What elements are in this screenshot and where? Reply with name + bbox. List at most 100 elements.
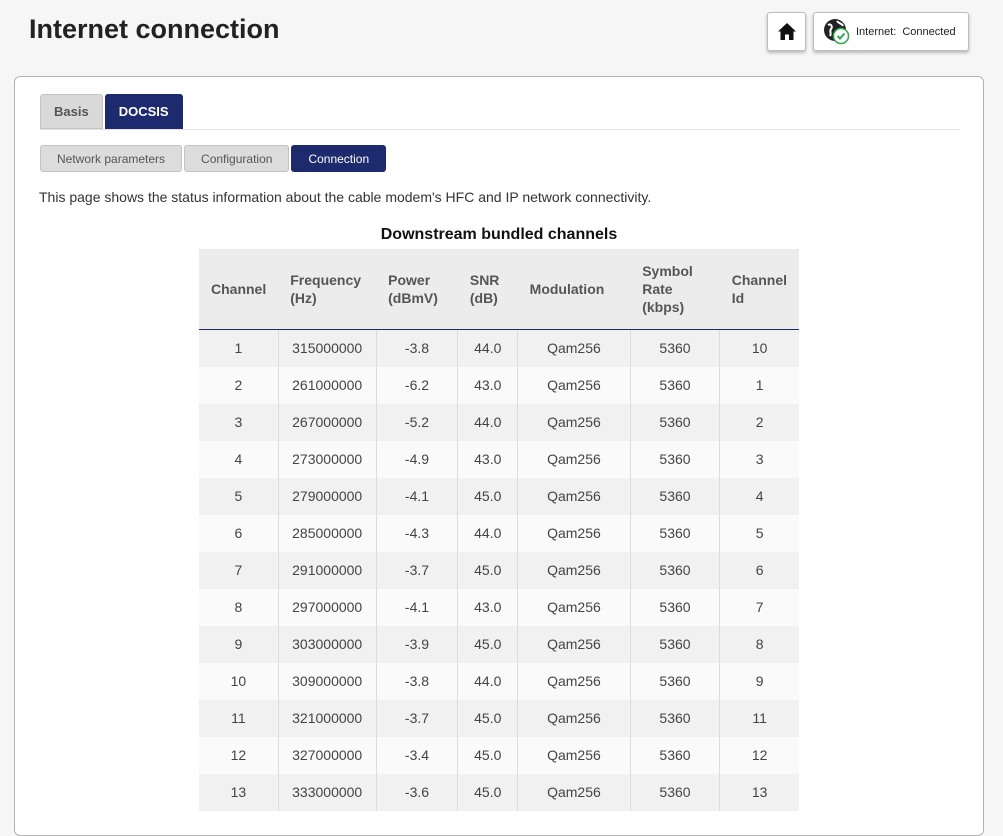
main-tabs: Basis DOCSIS	[40, 94, 185, 129]
cell-modulation: Qam256	[517, 403, 631, 441]
table-header-row: Channel Frequency (Hz) Power (dBmV) SNR …	[199, 249, 799, 330]
column-header-frequency: Frequency (Hz)	[278, 249, 377, 330]
tab-docsis[interactable]: DOCSIS	[104, 94, 183, 129]
cell-channel-id: 1	[719, 366, 799, 404]
tab-divider	[40, 129, 960, 130]
cell-snr: 44.0	[457, 662, 519, 700]
cell-frequency: 327000000	[278, 736, 377, 774]
cell-frequency: 291000000	[278, 551, 377, 589]
cell-snr: 43.0	[457, 440, 519, 478]
table-row: 10 309000000 -3.8 44.0 Qam256 5360 9	[199, 662, 799, 700]
cell-modulation: Qam256	[517, 477, 631, 515]
cell-symbol-rate: 5360	[630, 366, 721, 404]
cell-channel: 5	[199, 477, 279, 515]
cell-snr: 45.0	[457, 477, 519, 515]
cell-channel: 7	[199, 551, 279, 589]
cell-power: -3.7	[376, 551, 459, 589]
subtab-configuration[interactable]: Configuration	[184, 145, 290, 172]
cell-power: -4.1	[376, 588, 459, 626]
internet-status-value: Connected	[902, 25, 956, 38]
cell-symbol-rate: 5360	[630, 736, 721, 774]
cell-channel: 8	[199, 588, 279, 626]
cell-channel-id: 4	[719, 477, 799, 515]
cell-channel: 2	[199, 366, 279, 404]
cell-symbol-rate: 5360	[630, 588, 721, 626]
sub-tabs: Network parameters Configuration Connect…	[40, 145, 388, 172]
cell-power: -4.9	[376, 440, 459, 478]
cell-modulation: Qam256	[517, 588, 631, 626]
cell-snr: 44.0	[457, 403, 519, 441]
cell-frequency: 333000000	[278, 773, 377, 811]
cell-channel-id: 6	[719, 551, 799, 589]
cell-channel: 4	[199, 440, 279, 478]
table-row: 8 297000000 -4.1 43.0 Qam256 5360 7	[199, 588, 799, 626]
cell-modulation: Qam256	[517, 514, 631, 552]
tab-basis[interactable]: Basis	[40, 94, 103, 129]
column-header-power: Power (dBmV)	[376, 249, 458, 330]
cell-channel-id: 8	[719, 625, 799, 663]
subtab-network-parameters[interactable]: Network parameters	[40, 145, 183, 172]
cell-frequency: 315000000	[278, 329, 377, 367]
internet-status-label: Internet:	[856, 25, 897, 38]
subtab-connection[interactable]: Connection	[291, 145, 387, 172]
cell-power: -4.3	[376, 514, 459, 552]
cell-frequency: 321000000	[278, 699, 377, 737]
cell-frequency: 261000000	[278, 366, 377, 404]
cell-frequency: 309000000	[278, 662, 377, 700]
cell-power: -5.2	[376, 403, 459, 441]
cell-modulation: Qam256	[517, 736, 631, 774]
cell-channel: 9	[199, 625, 279, 663]
table-body: 1 315000000 -3.8 44.0 Qam256 5360 10 2 261000000…	[199, 329, 799, 811]
cell-modulation: Qam256	[517, 699, 631, 737]
home-button[interactable]	[767, 12, 806, 51]
cell-channel: 10	[199, 662, 279, 700]
cell-symbol-rate: 5360	[630, 662, 721, 700]
cell-channel-id: 12	[719, 736, 799, 774]
cell-symbol-rate: 5360	[630, 329, 721, 367]
cell-channel: 6	[199, 514, 279, 552]
column-header-modulation: Modulation	[517, 249, 631, 330]
cell-frequency: 279000000	[278, 477, 377, 515]
cell-channel-id: 10	[719, 329, 799, 367]
cell-channel: 11	[199, 699, 279, 737]
cell-power: -3.8	[376, 662, 459, 700]
cell-snr: 45.0	[457, 699, 519, 737]
cell-modulation: Qam256	[517, 440, 631, 478]
cell-modulation: Qam256	[517, 773, 631, 811]
cell-symbol-rate: 5360	[630, 625, 721, 663]
cell-power: -6.2	[376, 366, 459, 404]
cell-symbol-rate: 5360	[630, 773, 721, 811]
home-icon	[777, 23, 796, 40]
table-row: 11 321000000 -3.7 45.0 Qam256 5360 11	[199, 699, 799, 737]
page-description: This page shows the status information a…	[39, 189, 652, 205]
cell-modulation: Qam256	[517, 366, 631, 404]
cell-channel-id: 11	[719, 699, 799, 737]
cell-snr: 45.0	[457, 736, 519, 774]
cell-channel-id: 13	[719, 773, 799, 811]
downstream-table-title: Downstream bundled channels	[380, 226, 618, 243]
cell-channel-id: 3	[719, 440, 799, 478]
cell-modulation: Qam256	[517, 625, 631, 663]
cell-channel: 13	[199, 773, 279, 811]
cell-power: -3.8	[376, 329, 459, 367]
column-header-channel: Channel	[199, 249, 279, 330]
cell-modulation: Qam256	[517, 329, 631, 367]
table-row: 12 327000000 -3.4 45.0 Qam256 5360 12	[199, 736, 799, 774]
cell-frequency: 285000000	[278, 514, 377, 552]
table-row: 5 279000000 -4.1 45.0 Qam256 5360 4	[199, 477, 799, 515]
cell-snr: 45.0	[457, 773, 519, 811]
cell-symbol-rate: 5360	[630, 514, 721, 552]
internet-status-button[interactable]: Internet: Connected	[813, 12, 969, 51]
cell-power: -3.7	[376, 699, 459, 737]
table-row: 6 285000000 -4.3 44.0 Qam256 5360 5	[199, 514, 799, 552]
cell-symbol-rate: 5360	[630, 403, 721, 441]
cell-modulation: Qam256	[517, 551, 631, 589]
column-header-symbol-rate: Symbol Rate (kbps)	[630, 249, 720, 330]
cell-channel: 3	[199, 403, 279, 441]
page-title: Internet connection	[29, 14, 280, 44]
cell-symbol-rate: 5360	[630, 699, 721, 737]
cell-snr: 45.0	[457, 625, 519, 663]
cell-frequency: 297000000	[278, 588, 377, 626]
cell-frequency: 273000000	[278, 440, 377, 478]
table-row: 1 315000000 -3.8 44.0 Qam256 5360 10	[199, 329, 799, 367]
